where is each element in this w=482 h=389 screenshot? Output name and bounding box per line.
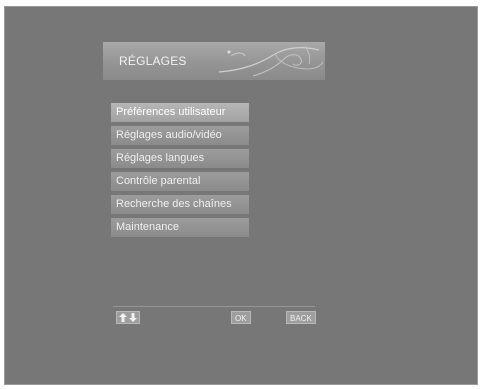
up-down-arrows-icon [116, 311, 140, 324]
menu-item-user-preferences[interactable]: Préférences utilisateur [111, 103, 249, 122]
footer-divider [113, 306, 315, 307]
back-key-hint: BACK [286, 311, 316, 324]
decorative-swirl-icon [218, 45, 324, 77]
settings-header: RÉGLAGES [103, 42, 325, 80]
settings-menu: Préférences utilisateur Réglages audio/v… [111, 103, 249, 241]
page-title: RÉGLAGES [119, 54, 187, 68]
ok-key-hint: OK [231, 311, 251, 324]
menu-item-channel-search[interactable]: Recherche des chaînes [111, 195, 249, 214]
menu-item-audio-video-settings[interactable]: Réglages audio/vidéo [111, 126, 249, 145]
menu-item-maintenance[interactable]: Maintenance [111, 218, 249, 237]
tv-screen: RÉGLAGES Préférences utilisateur Réglage… [4, 6, 478, 385]
menu-item-parental-control[interactable]: Contrôle parental [111, 172, 249, 191]
menu-item-language-settings[interactable]: Réglages langues [111, 149, 249, 168]
